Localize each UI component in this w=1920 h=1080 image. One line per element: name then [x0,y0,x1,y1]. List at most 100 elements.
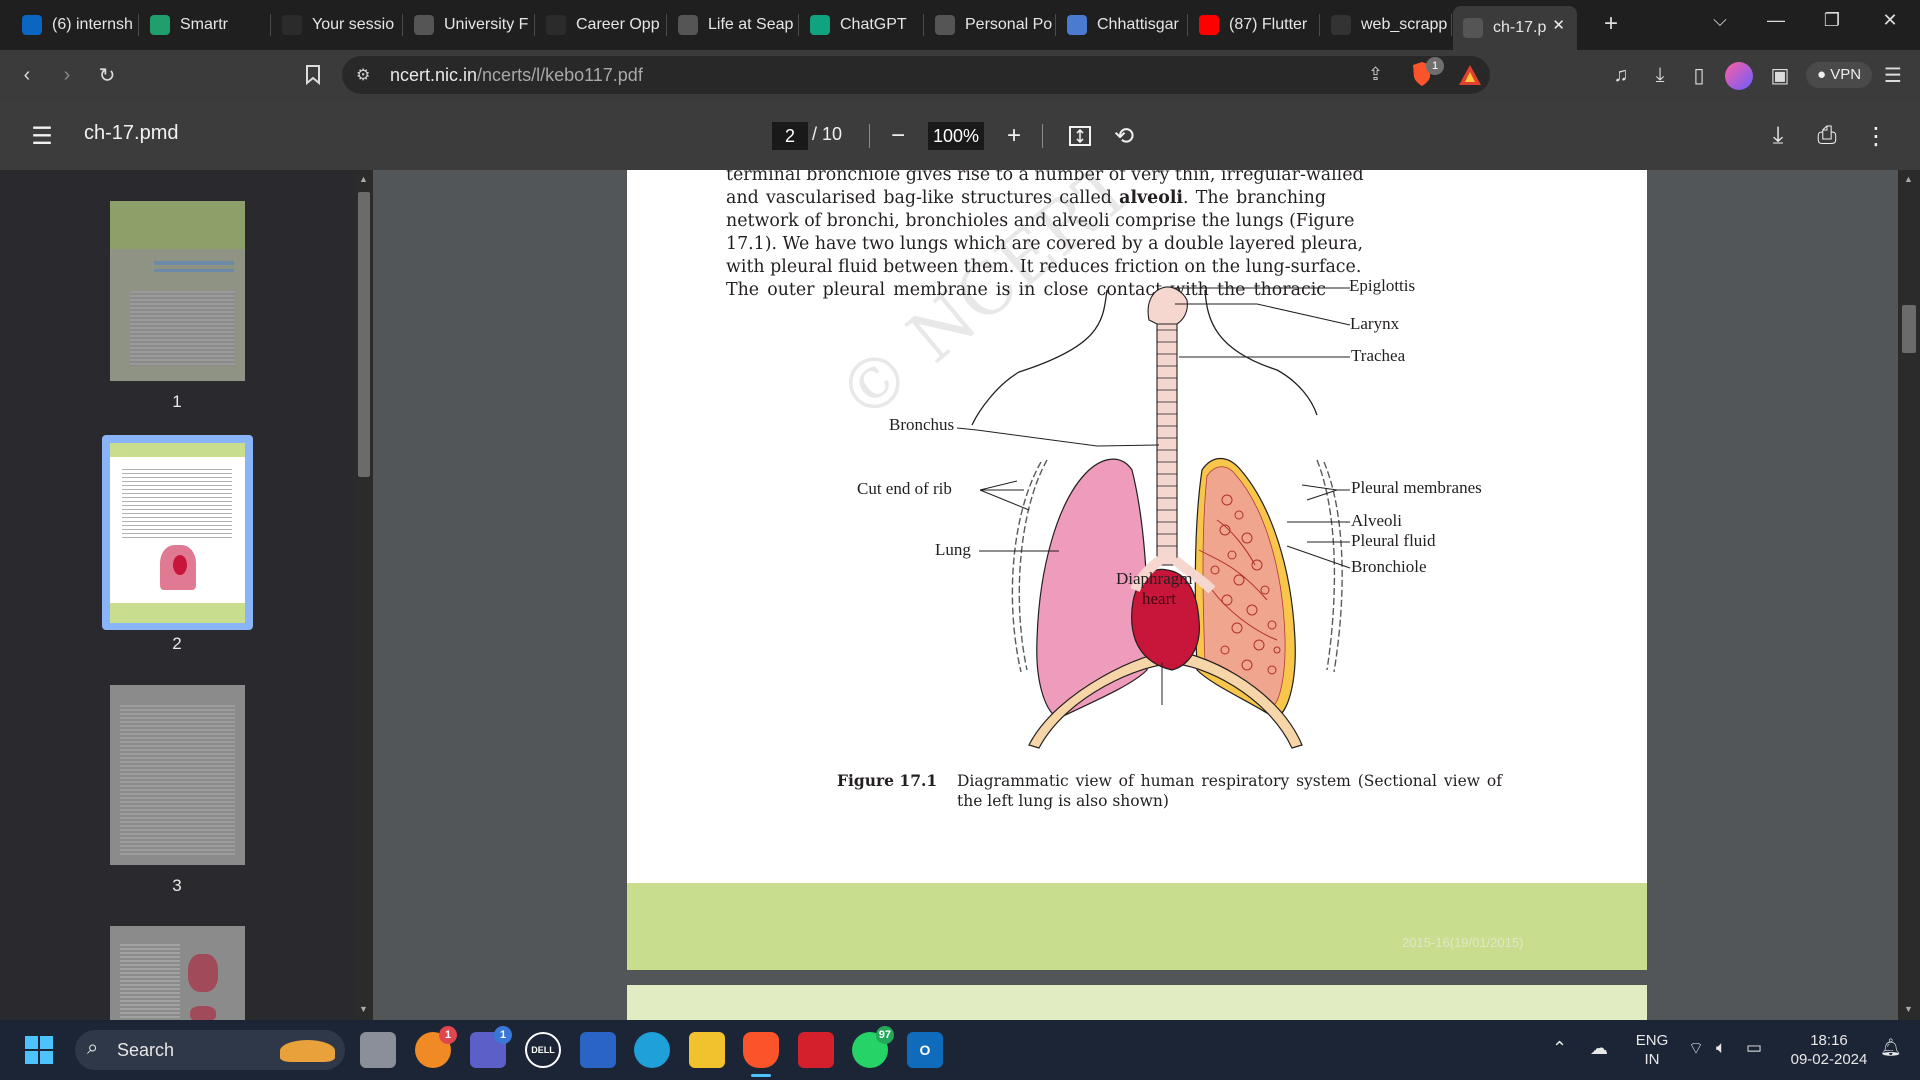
taskbar-search-box[interactable]: ⌕ Search [75,1030,345,1070]
close-window-button[interactable]: ✕ [1862,0,1918,40]
volume-icon[interactable]: 🔈︎ [1716,1038,1726,1058]
onedrive-icon[interactable]: ☁ [1590,1038,1608,1059]
zoom-in-icon[interactable]: + [998,120,1030,152]
thumbnail-label-1: 1 [172,392,182,411]
tab-title: ChatGPT [840,16,907,33]
zoom-out-icon[interactable]: − [882,120,914,152]
language-code: ENG [1635,1032,1669,1049]
pdf-page-2: © NCERT not to be republished terminal b… [627,170,1647,970]
tab-title: Career Opp [576,16,660,33]
bookmark-icon[interactable] [298,60,328,90]
label-epiglottis: Epiglottis [1349,276,1416,295]
doc-icon [1067,15,1087,35]
back-icon[interactable]: ‹ [12,60,42,90]
brave-shields-icon[interactable]: 1 [1410,57,1444,89]
tab-separator [666,14,667,36]
browser-tab[interactable]: ChatGPT [800,6,921,44]
clock-date: 09-02-2024 [1790,1051,1868,1068]
browser-tab[interactable]: University F [404,6,532,44]
page-footer-band: 2015-16(19/01/2015) [627,883,1647,970]
tab-search-icon[interactable]: ⌵ [1692,0,1748,40]
hamburger-menu-icon[interactable]: ☰ [26,120,58,152]
media-icon[interactable]: ♫ [1606,60,1636,90]
toolbar-divider [1042,124,1043,148]
wallet-icon[interactable]: ▣ [1765,60,1795,90]
browser-tab[interactable]: ch-17.p ✕ [1453,6,1577,50]
reload-icon[interactable]: ↻ [92,60,122,90]
browser-tab[interactable]: Personal Po [925,6,1053,44]
url-path: /ncerts/l/kebo117.pdf [477,65,643,85]
fit-to-page-icon[interactable] [1064,120,1096,152]
browser-tab[interactable]: Career Opp [536,6,664,44]
notifications-icon[interactable]: 🔔︎ [1880,1038,1902,1058]
windows-start-icon[interactable] [25,1036,53,1064]
pizza-widget-icon [280,1040,335,1062]
new-tab-button[interactable]: + [1598,12,1624,38]
si-icon [282,15,302,35]
document-scrollbar[interactable]: ▲ ▼ [1898,170,1920,1020]
zoom-level-input[interactable]: 100% [928,122,984,150]
thumbnail-page-4[interactable] [110,926,245,1020]
site-info-icon[interactable]: ⚙ [356,65,370,85]
orange-app-icon[interactable]: 1 [415,1026,457,1068]
url-host: ncert.nic.in [390,65,478,85]
share-icon[interactable]: ⇪ [1368,64,1383,85]
tab-title: University F [444,16,529,33]
print-icon[interactable]: ⎙ [1811,120,1843,152]
profile-avatar[interactable] [1725,62,1753,90]
label-cut-end-of-rib: Cut end of rib [857,479,952,498]
brave-rewards-icon[interactable] [1458,64,1482,91]
brave-taskbar-icon[interactable] [743,1032,779,1068]
browser-tab[interactable]: Smartr [140,6,268,44]
more-options-icon[interactable]: ⋮ [1860,120,1892,152]
thumbnail-label-2: 2 [172,634,182,653]
task-view-icon[interactable] [360,1032,396,1068]
vpn-button[interactable]: ● VPN [1806,62,1872,88]
document-scroll-thumb[interactable] [1902,305,1916,353]
forward-icon[interactable]: › [52,60,82,90]
rotate-icon[interactable]: ⟲ [1108,120,1140,152]
minimize-button[interactable]: — [1748,0,1804,40]
clock[interactable]: 18:16 09-02-2024 [1784,1031,1874,1069]
store-icon[interactable] [580,1032,616,1068]
sidebar-scrollbar[interactable]: ▲ ▼ [355,170,373,1020]
wifi-icon[interactable]: ⌔ [1688,1038,1704,1059]
browser-tab[interactable]: Life at Seap [668,6,796,44]
figure-caption-text: Diagrammatic view of human respiratory s… [957,772,1502,810]
thumbnail-page-1[interactable] [110,201,245,381]
tray-overflow-icon[interactable]: ⌃ [1552,1038,1567,1059]
thumbnail-page-2[interactable] [110,443,245,623]
restore-button[interactable]: ❐ [1804,0,1860,40]
outlook-icon[interactable]: O [907,1032,943,1068]
page-number-input[interactable]: 2 [772,122,808,150]
browser-tab[interactable]: (87) Flutter [1189,6,1317,44]
battery-icon[interactable]: ▭ [1746,1038,1762,1058]
menu-icon[interactable]: ☰ [1878,60,1908,90]
label-alveoli: Alveoli [1351,511,1402,530]
label-heart: heart [1142,589,1176,608]
file-explorer-icon[interactable] [689,1032,725,1068]
downloads-icon[interactable]: ⤓ [1645,60,1675,90]
browser-tab[interactable]: web_scrapp [1321,6,1449,44]
browser-tab[interactable]: Chhattisgar [1057,6,1185,44]
whatsapp-icon[interactable]: 97 [852,1026,894,1068]
thumbnail-page-3[interactable] [110,685,245,865]
sidebar-toggle-icon[interactable]: ▯ [1684,60,1714,90]
label-lung: Lung [935,540,971,559]
address-bar[interactable]: ⚙ ncert.nic.in/ncerts/l/kebo117.pdf ⇪ 1 [342,56,1490,94]
browser-tab[interactable]: (6) internsh [12,6,136,44]
github-icon [1331,15,1351,35]
language-indicator[interactable]: ENG IN [1632,1031,1672,1069]
sidebar-scroll-thumb[interactable] [358,192,370,477]
teams-badge: 1 [494,1026,512,1044]
download-icon[interactable]: ⤓ [1762,120,1794,152]
browser-tab[interactable]: Your sessio [272,6,400,44]
dell-icon[interactable]: DELL [525,1032,561,1068]
acrobat-icon[interactable] [798,1032,834,1068]
close-tab-icon[interactable]: ✕ [1552,16,1565,34]
teams-icon[interactable]: 1 [470,1026,512,1068]
tab-separator [1451,14,1452,36]
respiratory-system-figure [956,286,1351,749]
edge-icon[interactable] [634,1032,670,1068]
linkedin-icon [22,15,42,35]
